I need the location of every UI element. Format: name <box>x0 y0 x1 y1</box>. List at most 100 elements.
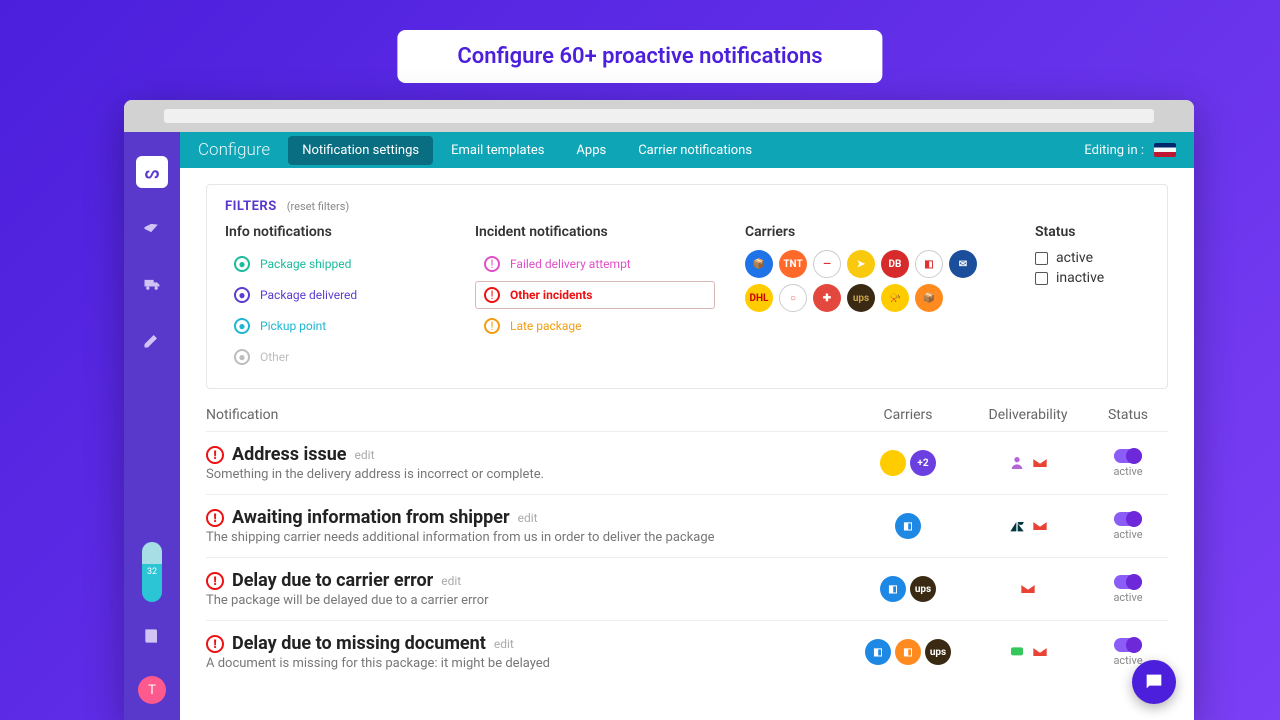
edit-link[interactable]: edit <box>441 574 461 588</box>
row-deliverability <box>968 581 1088 597</box>
person-icon <box>1007 455 1027 471</box>
book-icon[interactable] <box>136 620 168 652</box>
carrier-filter[interactable]: DHL <box>745 284 773 312</box>
sidebar: ᔕ 32 T <box>124 132 180 720</box>
filter-label: Other <box>260 350 289 364</box>
status-label: inactive <box>1056 270 1104 286</box>
chat-bubble-icon[interactable] <box>1132 660 1176 704</box>
window-chrome <box>124 100 1194 132</box>
carrier-badge: ups <box>910 576 936 602</box>
banner: Configure 60+ proactive notifications <box>397 30 882 83</box>
status-toggle[interactable] <box>1114 638 1142 652</box>
filter-failed-delivery-attempt[interactable]: !Failed delivery attempt <box>475 250 715 278</box>
filter-package-shipped[interactable]: ● Package shipped <box>225 250 445 278</box>
row-desc: The shipping carrier needs additional in… <box>206 530 848 545</box>
reset-filters[interactable]: (reset filters) <box>287 200 350 213</box>
notification-row: ! Delay due to carrier error edit The pa… <box>206 557 1168 620</box>
carrier-filter[interactable]: 📯 <box>881 284 909 312</box>
status-toggle[interactable] <box>1114 449 1142 463</box>
filter-icon: ● <box>234 256 250 272</box>
tab-notification-settings[interactable]: Notification settings <box>288 136 433 165</box>
tab-apps[interactable]: Apps <box>562 136 620 165</box>
checkbox-icon <box>1035 252 1048 265</box>
alert-icon: ! <box>206 509 224 527</box>
th-notification: Notification <box>206 407 848 423</box>
filter-label: Late package <box>510 319 582 333</box>
checkbox-icon <box>1035 272 1048 285</box>
row-deliverability <box>968 518 1088 534</box>
carrier-filter[interactable]: DB <box>881 250 909 278</box>
status-toggle[interactable] <box>1114 575 1142 589</box>
filter-icon: ! <box>484 287 500 303</box>
gmail-icon <box>1018 581 1038 597</box>
filter-other-incidents[interactable]: ! Other incidents <box>475 281 715 309</box>
gmail-icon <box>1030 644 1050 660</box>
logo-icon[interactable]: ᔕ <box>136 156 168 188</box>
filter-label: Package delivered <box>260 288 357 302</box>
filter-icon: ● <box>234 349 250 365</box>
row-title: Awaiting information from shipper <box>232 507 510 528</box>
tab-carrier-notifications[interactable]: Carrier notifications <box>624 136 766 165</box>
editing-label: Editing in : <box>1084 143 1176 158</box>
carrier-badge: ◧ <box>895 639 921 665</box>
edit-link[interactable]: edit <box>518 511 538 525</box>
status-text: active <box>1113 528 1142 541</box>
alert-icon: ! <box>206 572 224 590</box>
carrier-filter[interactable]: 📦 <box>745 250 773 278</box>
row-carriers: +2 <box>848 450 968 476</box>
notification-row: ! Address issue edit Something in the de… <box>206 431 1168 494</box>
carrier-filter[interactable]: TNT <box>779 250 807 278</box>
row-title: Delay due to missing document <box>232 633 486 654</box>
th-carriers: Carriers <box>848 407 968 423</box>
tab-email-templates[interactable]: Email templates <box>437 136 558 165</box>
row-title: Delay due to carrier error <box>232 570 433 591</box>
carrier-filter[interactable]: ✉ <box>949 250 977 278</box>
sidebar-pill[interactable]: 32 <box>142 542 162 602</box>
row-desc: The package will be delayed due to a car… <box>206 593 848 608</box>
carrier-filter[interactable]: ○ <box>779 284 807 312</box>
avatar[interactable]: T <box>138 676 166 704</box>
app-window: ᔕ 32 T Configure Notification settingsEm… <box>124 100 1194 720</box>
row-deliverability <box>968 455 1088 471</box>
filter-label: Other incidents <box>510 288 592 302</box>
topbar: Configure Notification settingsEmail tem… <box>180 132 1194 168</box>
filter-pickup-point[interactable]: ●Pickup point <box>225 312 445 340</box>
alert-icon: ! <box>206 446 224 464</box>
filter-icon: ! <box>484 256 500 272</box>
message-icon <box>1007 644 1027 660</box>
truck-icon[interactable] <box>136 268 168 300</box>
carrier-filter[interactable]: ◧ <box>915 250 943 278</box>
carrier-filter[interactable]: ✚ <box>813 284 841 312</box>
info-notif-title: Info notifications <box>225 224 445 240</box>
pencil-icon[interactable] <box>136 324 168 356</box>
carrier-badge: ◧ <box>880 576 906 602</box>
edit-link[interactable]: edit <box>494 637 514 651</box>
notification-row: ! Delay due to missing document edit A d… <box>206 620 1168 683</box>
megaphone-icon[interactable] <box>136 212 168 244</box>
status-toggle[interactable] <box>1114 512 1142 526</box>
status-label: active <box>1056 250 1093 266</box>
edit-link[interactable]: edit <box>355 448 375 462</box>
filter-package-delivered[interactable]: ● Package delivered <box>225 281 445 309</box>
filter-late-package[interactable]: !Late package <box>475 312 715 340</box>
filter-icon: ● <box>234 287 250 303</box>
status-text: active <box>1113 591 1142 604</box>
gmail-icon <box>1030 455 1050 471</box>
filters-title: FILTERS <box>225 199 277 214</box>
filter-label: Pickup point <box>260 319 326 333</box>
table-head: Notification Carriers Deliverability Sta… <box>206 399 1168 431</box>
carrier-filter[interactable]: ups <box>847 284 875 312</box>
filter-label: Package shipped <box>260 257 351 271</box>
gmail-icon <box>1030 518 1050 534</box>
status-inactive[interactable]: inactive <box>1035 270 1135 286</box>
flag-icon[interactable] <box>1154 143 1176 157</box>
row-desc: A document is missing for this package: … <box>206 656 848 671</box>
filters-card: FILTERS (reset filters) Info notificatio… <box>206 184 1168 389</box>
carriers-title: Carriers <box>745 224 1005 240</box>
status-active[interactable]: active <box>1035 250 1135 266</box>
carrier-filter[interactable]: 📦 <box>915 284 943 312</box>
filter-other[interactable]: ● Other <box>225 343 445 371</box>
carrier-badge: ◧ <box>895 513 921 539</box>
carrier-filter[interactable]: — <box>813 250 841 278</box>
carrier-filter[interactable]: ➤ <box>847 250 875 278</box>
